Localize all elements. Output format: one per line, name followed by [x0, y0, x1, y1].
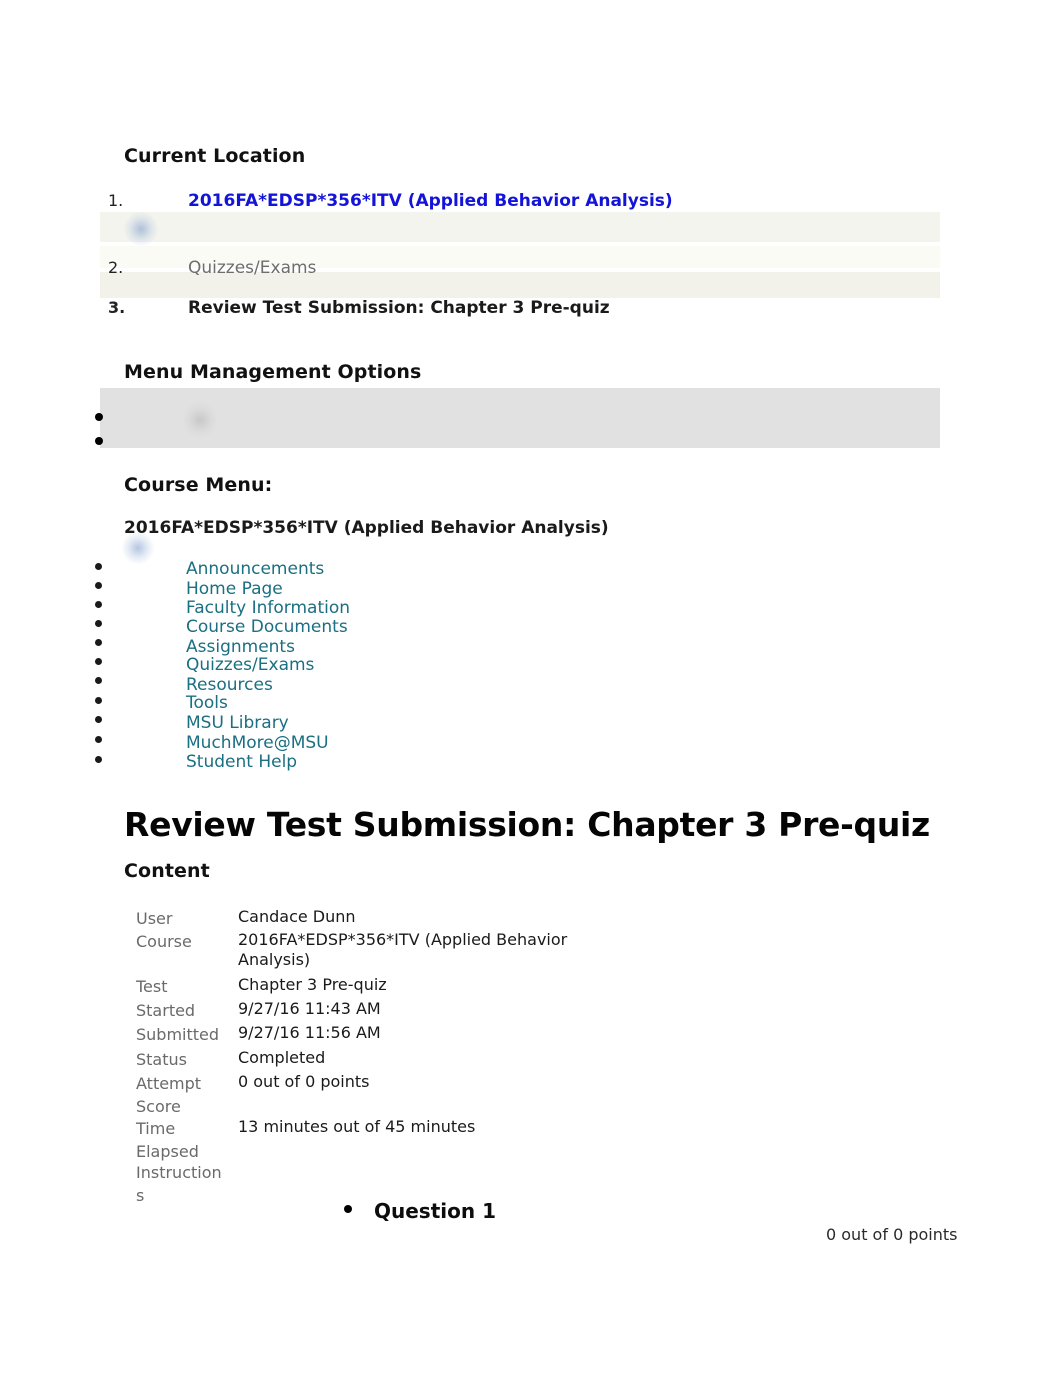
blurred-icon-artifact — [184, 402, 216, 438]
info-label-test: Test — [136, 977, 168, 996]
info-value-started: 9/27/16 11:43 AM — [238, 999, 381, 1018]
breadcrumb-number: 2. — [108, 258, 124, 277]
info-value-submitted: 9/27/16 11:56 AM — [238, 1023, 381, 1042]
info-label-time-elapsed: Time Elapsed — [136, 1119, 199, 1161]
sidebar-item-announcements[interactable]: Announcements — [186, 559, 324, 579]
table-row: Test Chapter 3 Pre-quiz — [136, 975, 696, 999]
info-value-time-elapsed: 13 minutes out of 45 minutes — [238, 1117, 476, 1136]
background-band — [100, 212, 940, 242]
background-band — [100, 388, 940, 448]
table-row: Started 9/27/16 11:43 AM — [136, 999, 696, 1023]
info-label-instructions: Instructions — [136, 1163, 222, 1205]
info-value-attempt-score: 0 out of 0 points — [238, 1072, 370, 1091]
question-1-label: Question 1 — [374, 1199, 496, 1223]
course-menu-bullet — [95, 563, 102, 570]
course-menu-bullet — [95, 716, 102, 723]
breadcrumb-number: 3. — [108, 298, 126, 317]
info-label-submitted: Submitted — [136, 1025, 220, 1044]
blurred-image-artifact — [124, 212, 158, 246]
menu-management-bullet — [95, 437, 103, 445]
course-menu-bullet — [95, 658, 102, 665]
table-row: Attempt Score 0 out of 0 points — [136, 1072, 696, 1117]
course-menu-bullet — [95, 582, 102, 589]
sidebar-item-course-documents[interactable]: Course Documents — [186, 617, 348, 637]
table-row: Status Completed — [136, 1048, 696, 1072]
breadcrumb-current-label: Review Test Submission: Chapter 3 Pre-qu… — [188, 298, 610, 318]
breadcrumb-link-course[interactable]: 2016FA*EDSP*356*ITV (Applied Behavior An… — [188, 191, 673, 211]
sidebar-item-student-help[interactable]: Student Help — [186, 752, 297, 772]
info-label-user: User — [136, 909, 173, 928]
course-menu-bullet — [95, 620, 102, 627]
course-menu-bullet — [95, 697, 102, 704]
info-value-status: Completed — [238, 1048, 326, 1067]
course-menu-bullet — [95, 601, 102, 608]
info-label-course: Course — [136, 932, 192, 951]
info-value-test: Chapter 3 Pre-quiz — [238, 975, 387, 994]
sidebar-item-muchmore-msu[interactable]: MuchMore@MSU — [186, 733, 329, 753]
course-menu-heading: Course Menu: — [124, 474, 273, 496]
sidebar-item-quizzes-exams[interactable]: Quizzes/Exams — [186, 655, 314, 675]
menu-management-heading: Menu Management Options — [124, 361, 422, 383]
question-bullet — [344, 1205, 352, 1213]
question-1-points: 0 out of 0 points — [826, 1225, 958, 1244]
course-menu-bullet — [95, 756, 102, 763]
current-location-heading: Current Location — [124, 145, 306, 167]
sidebar-item-resources[interactable]: Resources — [186, 675, 273, 695]
content-heading: Content — [124, 860, 210, 882]
table-row: Time Elapsed 13 minutes out of 45 minute… — [136, 1117, 696, 1161]
page-title: Review Test Submission: Chapter 3 Pre-qu… — [124, 805, 930, 845]
breadcrumb-link-quizzes[interactable]: Quizzes/Exams — [188, 258, 316, 278]
sidebar-item-home-page[interactable]: Home Page — [186, 579, 283, 599]
sidebar-item-assignments[interactable]: Assignments — [186, 637, 295, 657]
info-value-course: 2016FA*EDSP*356*ITV (Applied Behavior An… — [238, 930, 568, 969]
sidebar-item-faculty-information[interactable]: Faculty Information — [186, 598, 350, 618]
sidebar-item-msu-library[interactable]: MSU Library — [186, 713, 289, 733]
course-menu-course-title: 2016FA*EDSP*356*ITV (Applied Behavior An… — [124, 518, 609, 538]
test-info-table: User Candace Dunn Course 2016FA*EDSP*356… — [136, 907, 696, 1205]
info-value-user: Candace Dunn — [238, 907, 356, 926]
info-label-attempt-score: Attempt Score — [136, 1074, 202, 1116]
course-menu-bullet — [95, 639, 102, 646]
info-label-status: Status — [136, 1050, 187, 1069]
table-row: User Candace Dunn — [136, 907, 696, 930]
menu-management-bullet — [95, 413, 103, 421]
course-menu-bullet — [95, 736, 102, 743]
breadcrumb-number: 1. — [108, 191, 124, 210]
table-row: Submitted 9/27/16 11:56 AM — [136, 1023, 696, 1048]
table-row: Course 2016FA*EDSP*356*ITV (Applied Beha… — [136, 930, 696, 975]
sidebar-item-tools[interactable]: Tools — [186, 693, 228, 713]
course-menu-bullet — [95, 677, 102, 684]
info-label-started: Started — [136, 1001, 196, 1020]
